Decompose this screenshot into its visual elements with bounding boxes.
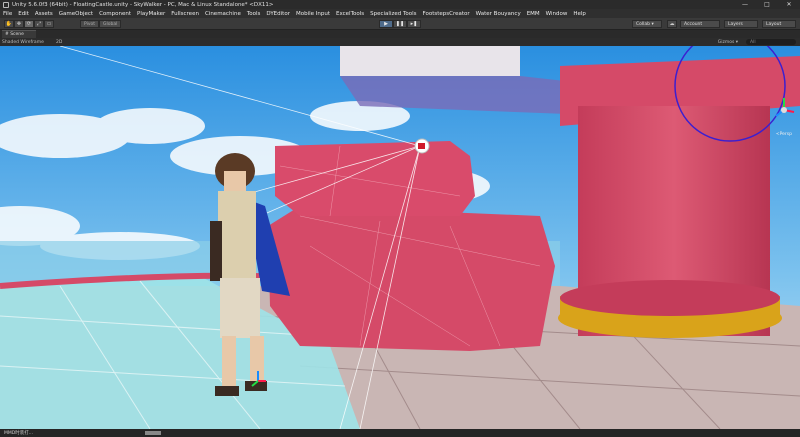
title-bar: Unity 5.6.0f3 (64bit) - FloatingCastle.u… bbox=[0, 0, 800, 9]
menu-component[interactable]: Component bbox=[99, 11, 131, 17]
play-controls: ▶ ❚❚ ▸❚ bbox=[379, 20, 421, 28]
main-toolbar: ✋ ✥ ⟳ ⤢ ▭ Pivot Global ▶ ❚❚ ▸❚ Collab ▾ … bbox=[0, 18, 800, 30]
orientation-gizmo[interactable] bbox=[772, 96, 796, 136]
menu-file[interactable]: File bbox=[3, 11, 12, 17]
window-controls: — □ ✕ bbox=[734, 0, 800, 9]
menu-window[interactable]: Window bbox=[546, 11, 568, 17]
menu-water-bouyancy[interactable]: Water Bouyancy bbox=[476, 11, 521, 17]
account-dropdown[interactable]: Account bbox=[680, 20, 720, 28]
gizmos-dropdown[interactable]: Gizmos ▾ bbox=[718, 39, 738, 45]
maximize-button[interactable]: □ bbox=[756, 0, 778, 9]
transform-tools: ✋ ✥ ⟳ ⤢ ▭ bbox=[4, 20, 54, 28]
play-button[interactable]: ▶ bbox=[379, 20, 393, 28]
unity-logo-icon bbox=[3, 1, 9, 8]
scene-controls: Shaded Wireframe 2D Gizmos ▾ All bbox=[0, 38, 800, 46]
menu-help[interactable]: Help bbox=[573, 11, 586, 17]
scale-tool-icon[interactable]: ⤢ bbox=[34, 20, 44, 28]
perspective-label[interactable]: <Persp bbox=[776, 132, 792, 137]
pause-button[interactable]: ❚❚ bbox=[393, 20, 407, 28]
pink-block-top bbox=[275, 141, 475, 216]
status-bar: MMD时装打... bbox=[0, 429, 800, 437]
rotate-tool-icon[interactable]: ⟳ bbox=[24, 20, 34, 28]
menu-edit[interactable]: Edit bbox=[18, 11, 29, 17]
2d-toggle[interactable]: 2D bbox=[56, 39, 62, 45]
menu-assets[interactable]: Assets bbox=[35, 11, 53, 17]
menu-specialized-tools[interactable]: Specialized Tools bbox=[370, 11, 416, 17]
camera-body-icon bbox=[418, 143, 425, 149]
scene-search-input[interactable]: All bbox=[746, 39, 796, 45]
minimize-button[interactable]: — bbox=[734, 0, 756, 9]
menu-cinemachine[interactable]: Cinemachine bbox=[205, 11, 241, 17]
menu-bar: File Edit Assets GameObject Component Pl… bbox=[0, 9, 800, 18]
status-text: MMD时装打... bbox=[4, 431, 34, 436]
menu-playmaker[interactable]: PlayMaker bbox=[137, 11, 165, 17]
menu-fullscreen[interactable]: Fullscreen bbox=[171, 11, 199, 17]
white-slab bbox=[340, 46, 520, 76]
rect-tool-icon[interactable]: ▭ bbox=[44, 20, 54, 28]
pivot-group: Pivot Global bbox=[80, 20, 122, 28]
menu-gameobject[interactable]: GameObject bbox=[59, 11, 93, 17]
shading-mode-dropdown[interactable]: Shaded Wireframe bbox=[2, 39, 52, 45]
layers-dropdown[interactable]: Layers bbox=[724, 20, 758, 28]
menu-dyeditor[interactable]: DYEditor bbox=[266, 11, 290, 17]
menu-tools[interactable]: Tools bbox=[247, 11, 261, 17]
menu-exceltools[interactable]: ExcelTools bbox=[336, 11, 364, 17]
menu-emm[interactable]: EMM bbox=[527, 11, 540, 17]
collab-dropdown[interactable]: Collab ▾ bbox=[632, 20, 662, 28]
scene-render bbox=[0, 46, 800, 429]
move-tool-icon[interactable]: ✥ bbox=[14, 20, 24, 28]
pillar-base bbox=[560, 280, 780, 316]
layout-dropdown[interactable]: Layout bbox=[762, 20, 796, 28]
close-button[interactable]: ✕ bbox=[778, 0, 800, 9]
menu-mobile-input[interactable]: Mobile Input bbox=[296, 11, 330, 17]
scene-tab-bar: # Scene bbox=[0, 30, 800, 38]
global-toggle[interactable]: Global bbox=[99, 20, 122, 28]
menu-footsteps-creator[interactable]: FootstepsCreator bbox=[423, 11, 470, 17]
step-button[interactable]: ▸❚ bbox=[407, 20, 421, 28]
cloud-icon[interactable]: ☁ bbox=[667, 20, 677, 28]
scene-viewport[interactable]: <Persp bbox=[0, 46, 800, 429]
pink-block-large bbox=[268, 206, 555, 351]
window-title: Unity 5.6.0f3 (64bit) - FloatingCastle.u… bbox=[12, 1, 274, 8]
hand-tool-icon[interactable]: ✋ bbox=[4, 20, 14, 28]
tab-scene[interactable]: # Scene bbox=[2, 30, 36, 38]
status-progress bbox=[145, 431, 161, 435]
pivot-toggle[interactable]: Pivot bbox=[80, 20, 100, 28]
